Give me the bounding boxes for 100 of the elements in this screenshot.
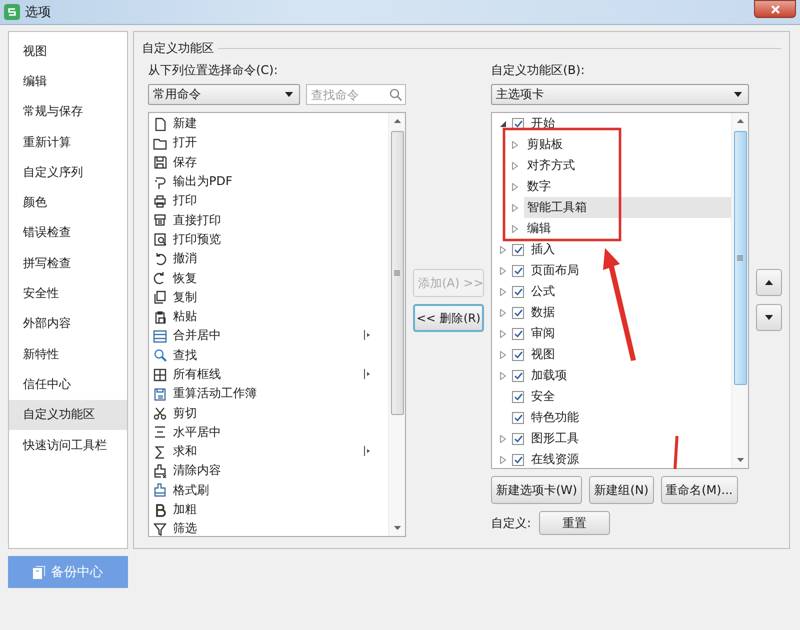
tree-item[interactable]: 数字 <box>524 176 554 197</box>
search-icon <box>389 88 402 101</box>
checkbox[interactable] <box>512 454 524 466</box>
checkbox[interactable] <box>512 306 524 318</box>
command-item[interactable]: 新建 <box>173 115 197 132</box>
checkbox[interactable] <box>512 432 524 444</box>
scroll-up-icon[interactable] <box>394 119 400 123</box>
tree-item[interactable]: 加载项 <box>528 365 570 386</box>
sidebar-item[interactable]: 信任中心 <box>9 369 127 400</box>
tree-item[interactable]: 特色功能 <box>528 407 582 428</box>
sidebar-item[interactable]: 编辑 <box>9 66 127 97</box>
command-item[interactable]: 重算活动工作簿 <box>173 385 257 402</box>
expand-icon[interactable] <box>500 372 506 380</box>
tree-item[interactable]: 页面布局 <box>528 260 582 281</box>
tree-item[interactable]: 公式 <box>528 281 558 302</box>
command-item[interactable]: 求和 <box>173 443 197 460</box>
expand-icon[interactable] <box>500 350 506 358</box>
tree-item[interactable]: 剪贴板 <box>524 134 566 155</box>
expand-icon[interactable] <box>500 308 506 316</box>
expand-icon[interactable] <box>500 434 506 442</box>
tree-item[interactable]: 审阅 <box>528 323 558 344</box>
tree-item[interactable]: 开始 <box>528 113 558 134</box>
command-item[interactable]: 输出为PDF <box>173 173 232 190</box>
tree-item[interactable]: 图形工具 <box>528 428 582 449</box>
ribbon-action-button[interactable]: 新建选项卡(W) <box>491 476 582 504</box>
checkbox[interactable] <box>512 118 524 130</box>
checkbox[interactable] <box>512 244 524 256</box>
field-label: 自定义功能区(B): <box>491 62 586 78</box>
tree-item[interactable]: 安全 <box>528 386 558 407</box>
scrollbar[interactable] <box>731 113 748 468</box>
command-item[interactable]: 打印 <box>173 192 197 210</box>
command-item[interactable]: 剪切 <box>173 404 197 422</box>
command-item[interactable]: 打开 <box>173 134 197 152</box>
checkbox[interactable] <box>512 264 524 276</box>
expand-icon[interactable] <box>512 224 518 232</box>
expand-icon[interactable] <box>512 140 518 148</box>
command-item[interactable]: 直接打印 <box>173 212 221 229</box>
ribbon-action-button[interactable]: 重命名(M)... <box>660 476 738 504</box>
tree-item[interactable]: 在线资源 <box>528 449 582 470</box>
tree-item[interactable]: 智能工具箱 <box>524 197 731 218</box>
close-button[interactable] <box>754 0 796 18</box>
expand-icon[interactable] <box>512 204 518 212</box>
sidebar-item[interactable]: 自定义序列 <box>9 157 127 188</box>
tree-item[interactable]: 编辑 <box>524 218 554 239</box>
sidebar-item[interactable]: 颜色 <box>9 187 127 218</box>
tree-item[interactable]: 视图 <box>528 344 558 365</box>
expand-icon[interactable] <box>500 246 506 254</box>
expand-icon[interactable] <box>512 182 518 190</box>
scroll-down-icon[interactable] <box>394 526 400 530</box>
expand-icon[interactable] <box>500 266 506 274</box>
ribbon-action-button[interactable]: 新建组(N) <box>589 476 654 504</box>
checkbox[interactable] <box>512 328 524 340</box>
move-up-button[interactable] <box>756 269 782 296</box>
expand-icon[interactable] <box>500 288 506 296</box>
expand-icon[interactable] <box>500 330 506 338</box>
sidebar-item[interactable]: 错误检查 <box>9 218 127 248</box>
ribbon-dropdown[interactable]: 主选项卡 <box>491 84 749 105</box>
scrollbar[interactable] <box>388 113 405 536</box>
tree-item[interactable]: 数据 <box>528 302 558 323</box>
command-source-dropdown[interactable]: 常用命令 <box>148 84 300 105</box>
command-item[interactable]: 查找 <box>173 346 197 364</box>
sidebar-item[interactable]: 快速访问工具栏 <box>9 430 127 460</box>
command-item[interactable]: 清除内容 <box>173 462 221 480</box>
command-item[interactable]: 格式刷 <box>173 482 209 499</box>
sidebar-item[interactable]: 自定义功能区 <box>9 400 127 430</box>
checkbox[interactable] <box>512 286 524 298</box>
sidebar-item[interactable]: 新特性 <box>9 338 127 370</box>
command-item[interactable]: 水平居中 <box>173 424 221 441</box>
checkbox[interactable] <box>512 390 524 402</box>
sidebar-item[interactable]: 重新计算 <box>9 126 127 158</box>
sidebar-item[interactable]: 拼写检查 <box>9 248 127 278</box>
scroll-up-icon[interactable] <box>736 119 744 123</box>
page-icon <box>153 116 167 131</box>
collapse-icon[interactable] <box>500 120 506 126</box>
tree-item[interactable]: 对齐方式 <box>524 155 578 176</box>
sidebar-item[interactable]: 视图 <box>9 36 127 66</box>
command-item[interactable]: 打印预览 <box>173 230 221 248</box>
move-down-button[interactable] <box>756 304 782 331</box>
remove-button[interactable]: << 删除(R) <box>413 304 484 332</box>
command-item[interactable]: 所有框线 <box>173 366 221 383</box>
checkbox[interactable] <box>512 348 524 360</box>
reset-button[interactable]: 重置 <box>539 511 610 535</box>
tree-item[interactable]: 插入 <box>528 239 558 260</box>
command-item[interactable]: 保存 <box>173 154 197 171</box>
expand-icon[interactable] <box>512 162 518 170</box>
expand-icon[interactable] <box>500 456 506 464</box>
sidebar-item[interactable]: 常规与保存 <box>9 96 127 127</box>
command-item[interactable]: 恢复 <box>173 270 197 287</box>
command-item[interactable]: 筛选 <box>173 520 197 538</box>
command-item[interactable]: 加粗 <box>173 501 197 518</box>
command-item[interactable]: 合并居中 <box>173 327 221 344</box>
checkbox[interactable] <box>512 412 524 424</box>
command-item[interactable]: 粘贴 <box>173 308 197 326</box>
scroll-down-icon[interactable] <box>736 458 744 462</box>
sidebar-item[interactable]: 外部内容 <box>9 308 127 339</box>
checkbox[interactable] <box>512 370 524 382</box>
command-item[interactable]: 复制 <box>173 288 197 306</box>
command-item[interactable]: 撤消 <box>173 250 197 268</box>
search-field[interactable]: 查找命令 <box>306 84 406 105</box>
sidebar-item[interactable]: 安全性 <box>9 278 127 309</box>
